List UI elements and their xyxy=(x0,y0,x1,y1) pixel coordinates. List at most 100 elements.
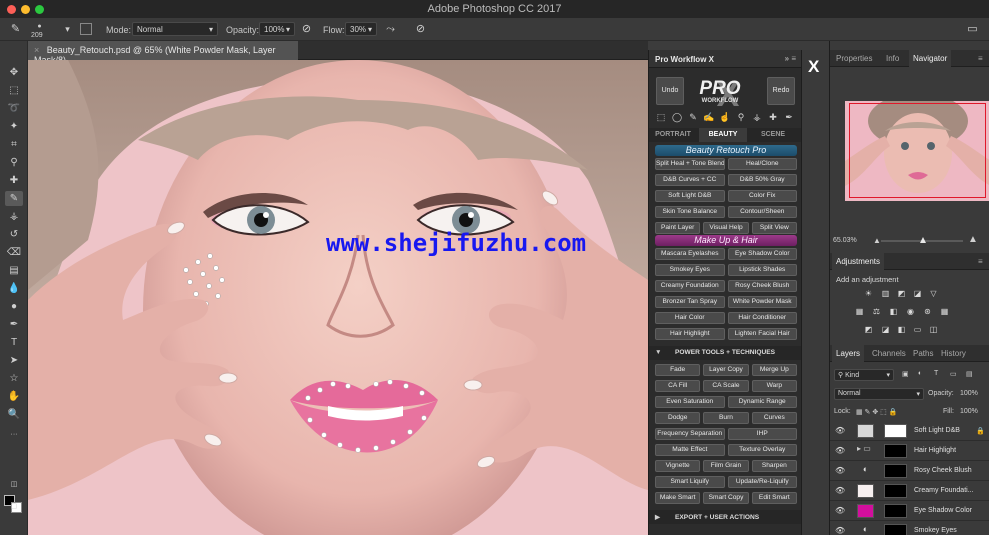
layer-name[interactable]: Eye Shadow Color xyxy=(914,507,972,514)
opacity-input[interactable]: 100% ▾ xyxy=(259,22,295,36)
navigator-zoom[interactable]: 65.03% xyxy=(833,237,857,244)
photo-filter-icon[interactable]: ◉ xyxy=(905,306,916,317)
curves-button[interactable]: Curves xyxy=(751,412,797,424)
visibility-eye-icon[interactable]: 👁 xyxy=(835,486,845,495)
burn-button[interactable]: Burn xyxy=(703,412,749,424)
type-tool-icon[interactable]: T xyxy=(5,335,23,350)
panel-menu-icon[interactable]: ≡ xyxy=(974,253,987,270)
zoom-out-icon[interactable]: ▲ xyxy=(873,236,881,245)
tab-layers[interactable]: Layers xyxy=(832,345,865,362)
ca-fill-button[interactable]: CA Fill xyxy=(655,380,701,392)
hair-color-button[interactable]: Hair Color xyxy=(655,312,725,324)
filter-adjust-icon[interactable]: ◐ xyxy=(918,370,922,377)
mascara-eyelashes-button[interactable]: Mascara Eyelashes xyxy=(655,248,725,260)
document-canvas[interactable]: www.shejifuzhu.com xyxy=(28,60,648,535)
history-brush-icon[interactable]: ↺ xyxy=(5,227,23,242)
lock-pixels-icon[interactable]: ▦ ✎ ✥ ⬚ 🔒 xyxy=(856,408,897,416)
tab-portrait[interactable]: PORTRAIT xyxy=(649,128,697,142)
zoom-slider[interactable] xyxy=(881,237,963,243)
layer-copy-button[interactable]: Layer Copy xyxy=(703,364,749,376)
marquee-tool-icon[interactable]: ⬚ xyxy=(5,83,23,98)
gradient-tool-icon[interactable]: ▤ xyxy=(5,263,23,278)
hair-highlight-button[interactable]: Hair Highlight xyxy=(655,328,725,340)
layer-name[interactable]: Hair Highlight xyxy=(914,447,956,454)
tab-adjustments[interactable]: Adjustments xyxy=(832,253,885,270)
flow-input[interactable]: 30% ▾ xyxy=(345,22,377,36)
layer-kind-filter[interactable]: ⚲ Kind ▾ xyxy=(834,369,894,381)
color-balance-icon[interactable]: ⚖ xyxy=(871,306,882,317)
more-tools-icon[interactable]: ··· xyxy=(5,427,23,442)
document-tab[interactable]: × Beauty_Retouch.psd @ 65% (White Powder… xyxy=(28,41,298,65)
channel-mixer-icon[interactable]: ⊛ xyxy=(922,306,933,317)
pressure-size-icon[interactable]: ⊘ xyxy=(413,22,428,37)
export-header[interactable]: ▶ EXPORT + USER ACTIONS xyxy=(649,510,802,524)
airbrush-icon[interactable]: ⤳ xyxy=(383,22,398,37)
pressure-opacity-icon[interactable]: ⊘ xyxy=(299,22,314,37)
layer-name[interactable]: Creamy Foundati... xyxy=(914,487,974,494)
color-lookup-icon[interactable]: ▦ xyxy=(939,306,950,317)
layer-mask-thumbnail[interactable] xyxy=(884,484,907,498)
fade-button[interactable]: Fade xyxy=(655,364,701,376)
dodge-button[interactable]: Dodge xyxy=(655,412,701,424)
layer-row[interactable]: 👁 ◐ Smokey Eyes xyxy=(830,521,989,535)
d-b-50-gray-button[interactable]: D&B 50% Gray xyxy=(727,174,797,186)
brightness-icon[interactable]: ☀ xyxy=(863,288,874,299)
black-white-icon[interactable]: ◧ xyxy=(888,306,899,317)
layer-name[interactable]: Soft Light D&B xyxy=(914,427,960,434)
clone-stamp-icon[interactable]: ⚶ xyxy=(5,209,23,224)
layer-row[interactable]: 👁 ▸ ▭ Hair Highlight xyxy=(830,441,989,461)
brush-tool-icon[interactable]: ✎ xyxy=(5,191,23,206)
d-b-curves-cc-button[interactable]: D&B Curves + CC xyxy=(655,174,725,186)
chevron-down-icon[interactable]: ▾ xyxy=(60,22,75,37)
filter-smart-icon[interactable]: ▤ xyxy=(966,370,973,378)
zoom-tool-icon[interactable]: 🔍 xyxy=(5,407,23,422)
visibility-eye-icon[interactable]: 👁 xyxy=(835,466,845,475)
eyedropper-icon[interactable]: ⚲ xyxy=(5,155,23,170)
zoom-in-icon[interactable]: ▲ xyxy=(968,234,978,245)
make-smart-button[interactable]: Make Smart xyxy=(655,492,701,504)
edit-smart-button[interactable]: Edit Smart xyxy=(751,492,797,504)
matte-effect-button[interactable]: Matte Effect xyxy=(655,444,725,456)
white-powder-mask-button[interactable]: White Powder Mask xyxy=(727,296,797,308)
layer-name[interactable]: Smokey Eyes xyxy=(914,527,957,534)
tab-beauty[interactable]: BEAUTY xyxy=(699,128,747,142)
warp-button[interactable]: Warp xyxy=(751,380,797,392)
move-tool-icon[interactable]: ✥ xyxy=(5,65,23,80)
pen-tool-icon[interactable]: ✒ xyxy=(5,317,23,332)
quick-mask-icon[interactable]: ◫ xyxy=(5,477,23,492)
layer-row[interactable]: 👁 Creamy Foundati... xyxy=(830,481,989,501)
contour-sheen-button[interactable]: Contour/Sheen xyxy=(727,206,797,218)
redo-button[interactable]: Redo xyxy=(767,77,795,105)
tab-properties[interactable]: Properties xyxy=(832,50,876,67)
hand-tool-icon[interactable]: ✋ xyxy=(5,389,23,404)
tab-info[interactable]: Info xyxy=(882,50,903,67)
tab-scene[interactable]: SCENE xyxy=(749,128,797,142)
rect-select-icon[interactable]: ⬚ xyxy=(655,111,667,123)
pen-icon[interactable]: ✒ xyxy=(783,111,795,123)
lasso-icon[interactable]: ◯ xyxy=(671,111,683,123)
lasso-tool-icon[interactable]: ➰ xyxy=(5,101,23,116)
rosy-cheek-blush-button[interactable]: Rosy Cheek Blush xyxy=(727,280,797,292)
zoom-slider-knob[interactable] xyxy=(920,237,926,243)
blend-mode-select[interactable]: Normal ▾ xyxy=(834,388,924,400)
frequency-separation-button[interactable]: Frequency Separation xyxy=(655,428,725,440)
layer-row[interactable]: 👁 Eye Shadow Color xyxy=(830,501,989,521)
creamy-foundation-button[interactable]: Creamy Foundation xyxy=(655,280,725,292)
soft-light-d-b-button[interactable]: Soft Light D&B xyxy=(655,190,725,202)
fill-value[interactable]: 100% xyxy=(960,408,978,415)
smokey-eyes-button[interactable]: Smokey Eyes xyxy=(655,264,725,276)
eye-shadow-color-button[interactable]: Eye Shadow Color xyxy=(727,248,797,260)
invert-icon[interactable]: ◩ xyxy=(863,324,874,335)
pro-workflow-x-icon[interactable]: X xyxy=(808,57,819,77)
layer-opacity-value[interactable]: 100% xyxy=(960,390,978,397)
selective-color-icon[interactable]: ◫ xyxy=(928,324,939,335)
paint-layer-button[interactable]: Paint Layer xyxy=(655,222,701,234)
layer-mask-thumbnail[interactable] xyxy=(884,464,907,478)
color-fix-button[interactable]: Color Fix xyxy=(727,190,797,202)
layer-mask-thumbnail[interactable] xyxy=(884,424,907,438)
brush-icon[interactable]: ✎ xyxy=(687,111,699,123)
mixer-brush-icon[interactable]: ✍ xyxy=(703,111,715,123)
crop-tool-icon[interactable]: ⌗ xyxy=(5,137,23,152)
lighten-facial-hair-button[interactable]: Lighten Facial Hair xyxy=(727,328,797,340)
bronzer-tan-spray-button[interactable]: Bronzer Tan Spray xyxy=(655,296,725,308)
